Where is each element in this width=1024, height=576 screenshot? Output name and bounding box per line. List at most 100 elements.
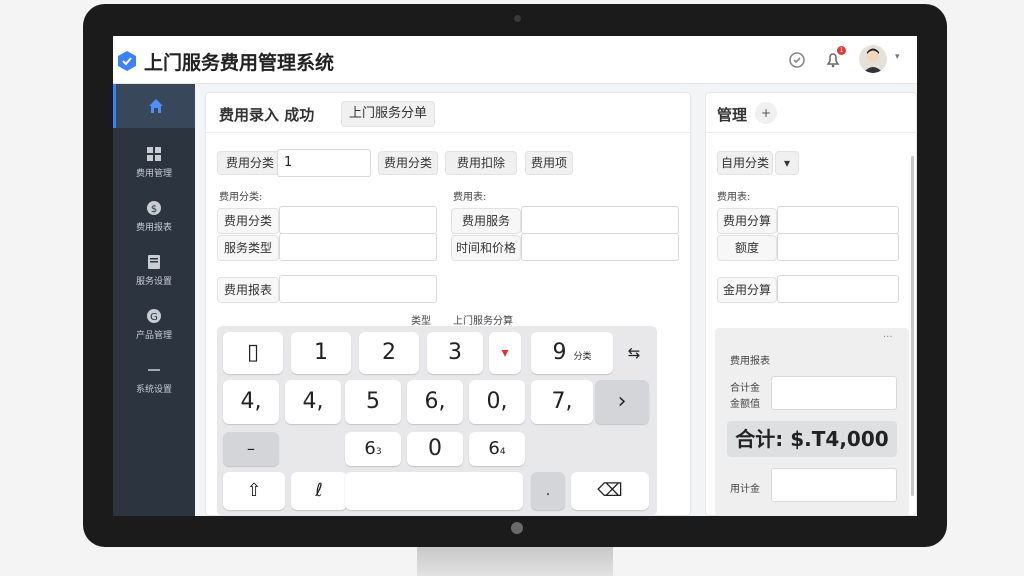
left-section-label: 费用分类: xyxy=(219,192,263,203)
next-key-icon[interactable]: › xyxy=(595,380,649,424)
keyboard-caption: 上门服务分算 xyxy=(453,316,513,327)
sidebar-item-label: 产品管理 xyxy=(135,331,172,341)
sidebar-item-label: 费用报表 xyxy=(135,223,172,233)
minus-key[interactable]: – xyxy=(223,432,279,466)
chip-deduction[interactable]: 费用扣除 xyxy=(445,151,517,175)
key-9[interactable]: 9 分类 xyxy=(531,332,613,374)
mic-key-icon[interactable]: ℓ xyxy=(291,472,347,510)
key-4[interactable]: 4, xyxy=(285,380,341,424)
key-2[interactable]: 2 xyxy=(359,332,419,374)
sidebar: 费用管理 $ 费用报表 服务设置 G 产品管理 系统设置 xyxy=(113,84,195,516)
space-key[interactable] xyxy=(345,472,523,510)
app-logo-icon xyxy=(118,51,136,71)
account-menu-chevron-icon[interactable]: ▾ xyxy=(895,52,900,62)
top-bar: 上门服务费用管理系统 1 ▾ xyxy=(113,36,917,84)
grid-icon xyxy=(147,147,161,161)
numeric-keypad: ▯ 1 2 3 ▾ 9 分类 ⇆ 4, 4, 5 6, 0, 7, › – 63… xyxy=(217,326,657,516)
sidebar-item-service[interactable]: 服务设置 xyxy=(113,244,195,294)
sum-label: 金额值 xyxy=(730,399,760,410)
dot-key[interactable]: . xyxy=(531,472,565,510)
sidebar-item-label: 费用管理 xyxy=(135,169,172,179)
sidebar-item-settings[interactable]: 系统设置 xyxy=(113,352,195,402)
sidebar-item-label: 系统设置 xyxy=(135,385,172,395)
dropdown-key[interactable]: ▾ xyxy=(489,332,521,374)
product-icon: G xyxy=(147,309,161,323)
key-7[interactable]: 7, xyxy=(531,380,593,424)
notification-badge: 1 xyxy=(837,46,846,55)
key-3[interactable]: 3 xyxy=(427,332,483,374)
scrollbar[interactable] xyxy=(911,156,914,496)
report-field[interactable] xyxy=(279,275,437,303)
add-icon[interactable]: + xyxy=(755,102,777,124)
sidebar-item-reports[interactable]: $ 费用报表 xyxy=(113,190,195,240)
svg-text:G: G xyxy=(150,312,158,323)
panel-title: 管理 xyxy=(717,106,748,124)
category-field[interactable] xyxy=(279,206,437,234)
key-4[interactable]: 4, xyxy=(223,380,279,424)
document-icon xyxy=(148,255,160,269)
key-6[interactable]: 6, xyxy=(407,380,463,424)
row-label: 金用分算 xyxy=(717,277,777,303)
avatar[interactable] xyxy=(859,45,887,73)
home-icon xyxy=(148,99,163,113)
quota-field[interactable] xyxy=(777,233,899,261)
chip-expense-item[interactable]: 费用项 xyxy=(525,151,573,175)
row-label: 费用分类 xyxy=(217,208,279,234)
key[interactable]: ▯ xyxy=(223,332,283,374)
backspace-key-icon[interactable]: ⌫ xyxy=(571,472,649,510)
service-type-field[interactable] xyxy=(279,233,437,261)
row-label: 额度 xyxy=(717,235,777,261)
camera-icon xyxy=(514,15,521,22)
key-0[interactable]: 0, xyxy=(469,380,525,424)
category-label: 费用分类 xyxy=(217,151,283,175)
panel-section-label: 费用表: xyxy=(717,192,751,203)
chip-dropdown-icon[interactable]: ▾ xyxy=(775,151,799,175)
brand-logo-icon xyxy=(511,522,523,534)
settings-icon xyxy=(148,369,160,371)
divider xyxy=(205,132,691,133)
sidebar-item-home[interactable] xyxy=(113,84,195,128)
dispatch-button[interactable]: 上门服务分单 xyxy=(341,101,435,127)
row-label: 时间和价格 xyxy=(451,235,521,261)
swap-key-icon[interactable]: ⇆ xyxy=(617,332,651,374)
row-label: 费用分算 xyxy=(717,208,777,234)
sidebar-item-products[interactable]: G 产品管理 xyxy=(113,298,195,348)
summary-title: 费用报表 xyxy=(730,356,770,367)
screen: 上门服务费用管理系统 1 ▾ 费用管理 $ 费用报表 服务设置 G 产品管理 系… xyxy=(113,36,917,516)
more-icon[interactable]: ··· xyxy=(883,332,893,343)
total-amount: 合计: $.T4,000 xyxy=(727,421,897,457)
app-title: 上门服务费用管理系统 xyxy=(144,52,335,74)
svg-text:$: $ xyxy=(151,204,157,215)
key-0[interactable]: 0 xyxy=(407,432,463,466)
user-avatar-icon xyxy=(863,48,883,73)
time-price-field[interactable] xyxy=(521,233,679,261)
row-label: 费用服务 xyxy=(451,208,521,234)
key-6-sub: 3 xyxy=(375,447,382,457)
key-6[interactable]: 64 xyxy=(469,432,525,466)
subtotal-label: 用计金 xyxy=(730,484,760,495)
own-category-chip[interactable]: 自用分类 xyxy=(717,151,773,175)
key-9-label: 9 xyxy=(552,340,567,365)
subtotal-field[interactable] xyxy=(771,468,897,502)
money-icon: $ xyxy=(147,201,161,215)
category-input[interactable]: 1 xyxy=(277,149,371,177)
key-6[interactable]: 63 xyxy=(345,432,401,466)
page-title: 费用录入 成功 xyxy=(219,106,315,124)
key-6-label: 6 xyxy=(364,438,376,459)
key-6-sub: 4 xyxy=(499,447,506,457)
row-label: 服务类型 xyxy=(217,235,279,261)
gold-split-field[interactable] xyxy=(777,275,899,303)
divider xyxy=(705,132,917,133)
key-1[interactable]: 1 xyxy=(291,332,351,374)
key-5[interactable]: 5 xyxy=(345,380,401,424)
row-label: 费用报表 xyxy=(217,277,279,303)
chip-category[interactable]: 费用分类 xyxy=(378,151,438,175)
key-9-sub: 分类 xyxy=(573,352,592,362)
clock-icon[interactable] xyxy=(787,50,807,70)
expense-service-field[interactable] xyxy=(521,206,679,234)
shift-key-icon[interactable]: ⇧ xyxy=(223,472,285,510)
sidebar-item-expense[interactable]: 费用管理 xyxy=(113,136,195,186)
sum-field[interactable] xyxy=(771,376,897,410)
sidebar-item-label: 服务设置 xyxy=(135,277,172,287)
split-field[interactable] xyxy=(777,206,899,234)
